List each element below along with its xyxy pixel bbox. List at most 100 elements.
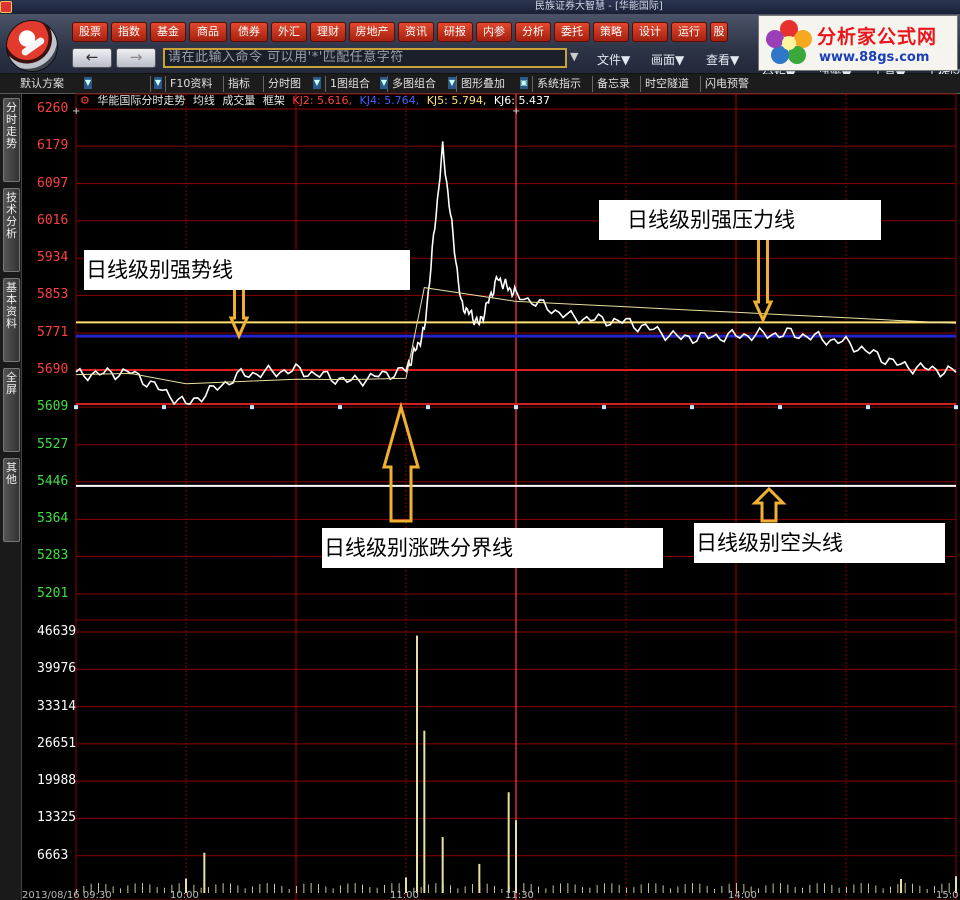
- time-axis: 2013/08/16 09:30 10:00 11:00 11:30 14:00 15:0: [0, 890, 960, 900]
- line-handle[interactable]: [690, 405, 694, 410]
- volume-bar: [900, 879, 902, 893]
- kj5-label: KJ5: 5.794,: [426, 94, 487, 107]
- time-tick: 10:00: [170, 890, 199, 900]
- line-handle[interactable]: [866, 405, 870, 410]
- time-tick: 14:00: [728, 890, 757, 900]
- volume-bar-minor: [934, 885, 935, 893]
- volume-bar: [507, 792, 510, 893]
- volume-bar-minor: [472, 884, 473, 893]
- volume-bar-minor: [897, 884, 899, 893]
- volume-bar-minor: [303, 883, 305, 893]
- annotation-strong-line: 日线级别强势线: [84, 250, 410, 290]
- arrow-up-icon: [382, 401, 420, 523]
- volume-bar-minor: [450, 885, 451, 893]
- volume-bar-minor: [567, 883, 569, 893]
- volume-bar: [515, 820, 517, 893]
- frame-label: 框架: [262, 94, 285, 107]
- volume-bar-minor: [618, 884, 620, 893]
- volume-bar-minor: [222, 883, 224, 893]
- volume-bar-minor: [574, 884, 576, 893]
- intraday-chart[interactable]: + +: [0, 0, 960, 900]
- volume-bar-minor: [919, 885, 921, 893]
- volume-bar-minor: [281, 885, 283, 893]
- volume-bar-minor: [692, 883, 693, 893]
- volume-bar-minor: [494, 885, 495, 893]
- line-handle[interactable]: [250, 405, 254, 410]
- volume-bar-minor: [127, 885, 129, 893]
- volume-bar-minor: [142, 883, 143, 893]
- kj6-label: KJ6: 5.437: [493, 94, 550, 107]
- annotation-divide-line: 日线级别涨跌分界线: [322, 528, 663, 568]
- volume-bar-minor: [384, 884, 385, 893]
- arrow-down-icon: [228, 280, 250, 340]
- volume-bar: [416, 635, 418, 893]
- volume-bar-minor: [435, 883, 437, 893]
- stock-name: 华能国际分时走势: [97, 94, 186, 107]
- line-handle[interactable]: [162, 405, 166, 410]
- volume-bar-minor: [486, 883, 488, 893]
- volume-bar-minor: [354, 883, 356, 893]
- time-tick: 11:30: [505, 890, 534, 900]
- time-tick: 15:0: [936, 890, 959, 900]
- volume-bar-minor: [853, 884, 855, 893]
- volume-bar: [423, 730, 426, 893]
- line-handle[interactable]: [338, 405, 342, 410]
- volume-bar-minor: [824, 883, 825, 893]
- volume-bar-minor: [831, 884, 833, 893]
- volume-bar-minor: [875, 885, 877, 893]
- volume-bar-minor: [860, 883, 862, 893]
- line-handle[interactable]: [954, 405, 958, 410]
- volume-bar-minor: [648, 883, 649, 893]
- volume-bar-minor: [318, 884, 319, 893]
- volume-bar-minor: [596, 884, 598, 893]
- line-handle[interactable]: [426, 405, 430, 410]
- volume-bar-minor: [604, 883, 605, 893]
- volume-bar-minor: [780, 883, 781, 893]
- line-handle[interactable]: [514, 405, 518, 410]
- volume-bar-minor: [552, 885, 554, 893]
- volume-bar-minor: [347, 883, 349, 893]
- volume-bar: [203, 852, 206, 893]
- volume-bar-minor: [655, 883, 657, 893]
- volume-bar-minor: [479, 883, 481, 893]
- chart-gear-icon[interactable]: ⚙: [80, 94, 90, 107]
- volume-bar-minor: [706, 885, 708, 893]
- chart-header: ⚙ 华能国际分时走势 均线 成交量 框架 KJ2: 5.616, KJ4: 5.…: [80, 94, 554, 108]
- volume-bar-minor: [765, 885, 767, 893]
- volume-bar-minor: [274, 883, 275, 893]
- volume-bar-minor: [296, 885, 297, 893]
- line-handle[interactable]: [778, 405, 782, 410]
- volume-bar-minor: [362, 884, 363, 893]
- volume-bar-minor: [134, 883, 136, 893]
- volume-bar-minor: [560, 883, 561, 893]
- volume-bar-minor: [772, 883, 774, 893]
- volume-bar-minor: [215, 884, 217, 893]
- volume-bar-minor: [904, 883, 906, 893]
- volume-bar-minor: [230, 883, 231, 893]
- volume-bar-minor: [721, 885, 723, 893]
- volume-bar-minor: [868, 883, 869, 893]
- arrow-up-icon: [751, 486, 787, 523]
- volume-bar-minor: [699, 883, 701, 893]
- volume-bar-minor: [684, 884, 686, 893]
- line-handle[interactable]: [74, 405, 78, 410]
- volume-bar-minor: [340, 885, 341, 893]
- line-handle[interactable]: [602, 405, 606, 410]
- volume-bar-minor: [809, 884, 811, 893]
- avg-label: 均线: [192, 94, 215, 107]
- volume-bar-minor: [428, 884, 429, 893]
- annotation-pressure-line: 日线级别强压力线: [599, 200, 881, 240]
- volume-bar-minor: [912, 883, 913, 893]
- volume-bar-minor: [640, 884, 642, 893]
- arrow-down-icon: [752, 236, 774, 324]
- time-tick: 11:00: [390, 890, 419, 900]
- volume-bar-minor: [259, 884, 261, 893]
- volume-bar-minor: [266, 883, 268, 893]
- volume-bar-minor: [816, 883, 818, 893]
- date-start: 2013/08/16 09:30: [22, 890, 112, 900]
- vol-label: 成交量: [222, 94, 256, 107]
- kj4-label: KJ4: 5.764,: [359, 94, 420, 107]
- volume-bar-minor: [237, 885, 239, 893]
- volume-bar-minor: [611, 883, 613, 893]
- annotation-bear-line: 日线级别空头线: [694, 523, 945, 563]
